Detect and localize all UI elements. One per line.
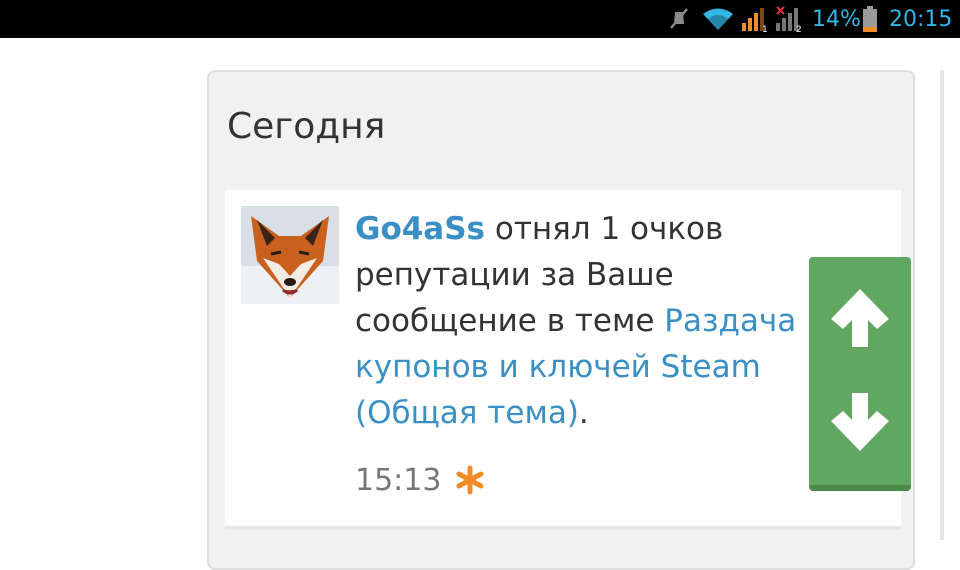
trailing-period: . [578, 395, 589, 431]
divider [225, 526, 901, 530]
notification-item[interactable]: Go4aSs отнял 1 очков репутации за Ваше с… [225, 190, 901, 530]
battery-icon [863, 0, 879, 38]
scrollbar-track [940, 70, 944, 540]
sim1-label: 1 [762, 25, 768, 33]
notification-meta: 15:13 [355, 460, 485, 500]
notification-message: Go4aSs отнял 1 очков репутации за Ваше с… [355, 206, 835, 436]
mute-icon [668, 0, 694, 38]
sim2-label: 2 [796, 25, 802, 33]
scroll-up-button[interactable] [809, 265, 911, 375]
wifi-icon [702, 0, 734, 38]
asterisk-icon [455, 465, 485, 495]
avatar[interactable] [241, 206, 339, 304]
section-title: Сегодня [227, 106, 386, 147]
battery-percent: 14% [812, 6, 861, 32]
arrow-down-icon [825, 387, 895, 461]
status-bar: 1 2 14% 20:15 [0, 0, 960, 38]
scroll-down-button[interactable] [809, 369, 911, 479]
timestamp: 15:13 [355, 462, 442, 498]
signal-sim1-icon: 1 [740, 0, 770, 38]
arrow-up-icon [825, 283, 895, 357]
scroll-controls [809, 257, 911, 491]
username-link[interactable]: Go4aSs [355, 211, 485, 247]
signal-sim2-icon: 2 [774, 0, 804, 38]
status-clock: 20:15 [889, 6, 953, 32]
